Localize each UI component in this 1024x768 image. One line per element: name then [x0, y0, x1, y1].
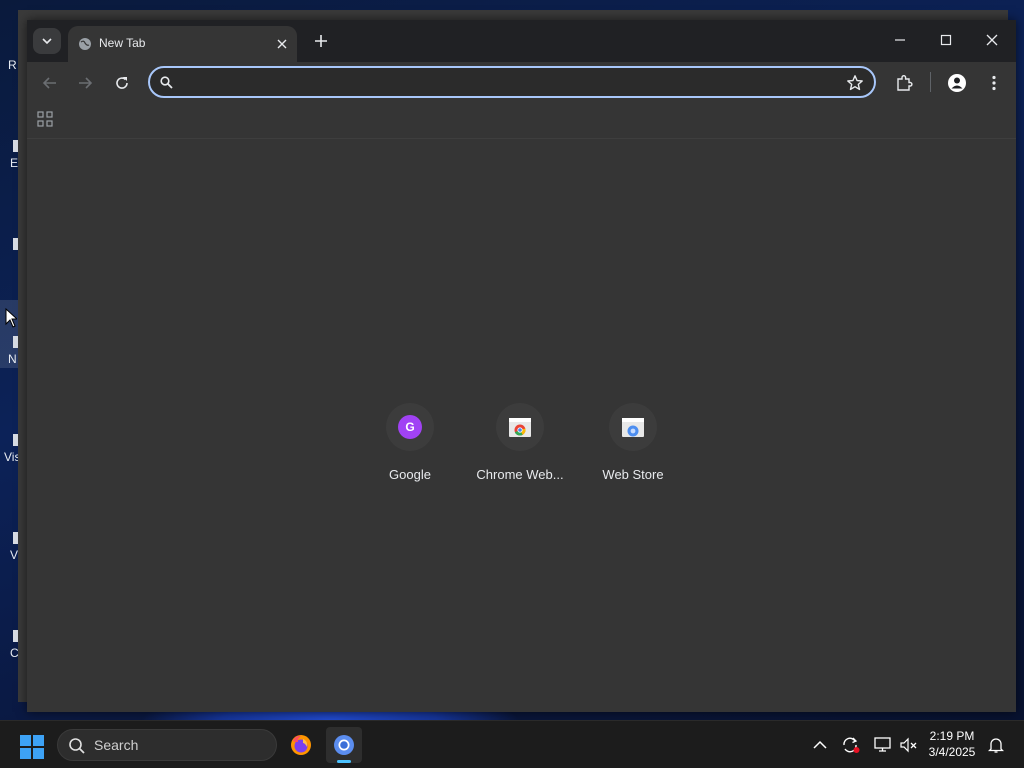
taskbar-search-box[interactable]: Search	[57, 729, 277, 761]
google-letter: G	[405, 420, 415, 434]
address-bar[interactable]	[148, 66, 876, 98]
taskbar-firefox[interactable]	[283, 727, 319, 763]
shortcut-icon-container	[609, 403, 657, 451]
firefox-icon	[291, 735, 311, 755]
new-tab-button[interactable]	[310, 30, 332, 52]
shortcut-chrome-web-store[interactable]: Chrome Web...	[464, 397, 576, 493]
title-bar: New Tab	[27, 20, 1016, 62]
desktop-icon-label: R	[8, 58, 17, 72]
toolbar-separator	[930, 72, 931, 92]
puzzle-icon	[897, 75, 913, 91]
google-letter-icon: G	[398, 415, 422, 439]
toolbar	[27, 62, 1016, 102]
desktop-icon-label: E	[10, 156, 19, 170]
clock-date: 3/4/2025	[928, 745, 976, 759]
forward-button[interactable]	[72, 70, 98, 96]
reload-icon	[116, 77, 128, 89]
chevron-up-icon	[813, 740, 827, 749]
shortcut-label: Web Store	[602, 467, 664, 482]
maximize-icon	[940, 34, 952, 46]
avatar-icon	[948, 74, 966, 92]
shortcut-web-store[interactable]: Web Store	[577, 397, 689, 493]
chrome-web-store-icon	[509, 418, 531, 437]
plus-icon	[315, 35, 327, 47]
more-vertical-icon	[992, 75, 996, 91]
maximize-button[interactable]	[923, 20, 969, 60]
profile-button[interactable]	[944, 70, 970, 96]
network-icon-button[interactable]	[873, 735, 893, 755]
bell-icon	[988, 738, 1004, 753]
arrow-left-icon	[42, 77, 56, 89]
windows-start-icon[interactable]	[20, 735, 44, 759]
chrome-window: New Tab G Google Chrome Web... Web Store	[27, 20, 1016, 712]
reload-button[interactable]	[109, 70, 135, 96]
web-store-icon	[622, 418, 644, 437]
show-hidden-icons-button[interactable]	[810, 735, 830, 755]
desktop-icon-label: N	[8, 352, 17, 366]
system-clock[interactable]: 2:19 PM 3/4/2025	[922, 728, 982, 760]
chrome-icon	[334, 735, 354, 755]
active-app-indicator	[337, 760, 351, 763]
network-icon	[874, 737, 891, 752]
close-icon	[986, 34, 998, 46]
minimize-button[interactable]	[877, 20, 923, 60]
close-window-button[interactable]	[969, 20, 1015, 60]
close-icon	[277, 39, 287, 49]
back-button[interactable]	[37, 70, 63, 96]
menu-button[interactable]	[981, 70, 1007, 96]
tab-search-button[interactable]	[33, 28, 61, 54]
extensions-button[interactable]	[892, 70, 918, 96]
arrow-right-icon	[79, 77, 93, 89]
minimize-icon	[895, 39, 905, 41]
shortcut-label: Google	[389, 467, 431, 482]
taskbar: Search 2:19 PM 3/4/2025	[0, 720, 1024, 768]
desktop-icon-label: V	[10, 548, 19, 562]
star-icon[interactable]	[846, 74, 864, 92]
mouse-cursor-icon	[5, 308, 17, 328]
bookmarks-bar	[27, 102, 1016, 139]
notifications-button[interactable]	[986, 735, 1006, 755]
shortcut-google[interactable]: G Google	[354, 397, 466, 493]
volume-icon-button[interactable]	[899, 735, 919, 755]
shortcut-icon-container	[496, 403, 544, 451]
apps-grid-icon[interactable]	[37, 111, 53, 127]
chevron-down-icon	[42, 38, 52, 45]
sync-status-icon-button[interactable]	[841, 735, 861, 755]
clock-time: 2:19 PM	[929, 729, 975, 743]
shortcut-icon-container: G	[386, 403, 434, 451]
search-icon	[69, 738, 85, 754]
address-input[interactable]	[182, 72, 826, 94]
taskbar-chrome[interactable]	[326, 727, 362, 763]
sync-icon	[843, 737, 860, 753]
shortcut-label: Chrome Web...	[476, 467, 564, 482]
volume-muted-icon	[900, 737, 917, 753]
new-tab-page: G Google Chrome Web... Web Store	[27, 139, 1016, 712]
tab-title: New Tab	[99, 36, 146, 50]
tab-close-button[interactable]	[273, 35, 291, 53]
search-icon	[160, 76, 173, 89]
taskbar-search-label: Search	[94, 737, 139, 753]
tab-new-tab[interactable]: New Tab	[68, 26, 297, 62]
globe-icon	[79, 38, 91, 50]
